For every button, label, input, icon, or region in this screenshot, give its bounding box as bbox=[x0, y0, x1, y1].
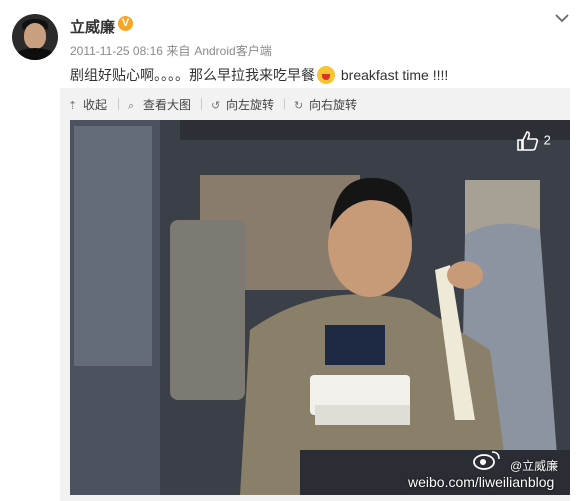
shirt bbox=[325, 325, 385, 365]
post-text-main: 剧组好贴心啊。。。。那么早拉我来吃早餐 bbox=[70, 67, 315, 83]
roof-trim bbox=[180, 120, 570, 140]
divider bbox=[284, 98, 285, 110]
watermark-url: weibo.com/liweilianblog bbox=[408, 474, 555, 490]
post-text: 剧组好贴心啊。。。。那么早拉我来吃早餐 breakfast time !!!! bbox=[70, 65, 448, 85]
watermark-handle: @立威廉 bbox=[510, 459, 559, 473]
arrow-up-icon: ⇡ bbox=[68, 100, 78, 112]
rotate-left-label: 向左旋转 bbox=[226, 98, 275, 112]
seat bbox=[170, 220, 245, 400]
source-prefix: 来自 bbox=[166, 44, 191, 58]
avatar-face bbox=[24, 23, 46, 49]
hand bbox=[447, 261, 483, 289]
verified-badge-icon: V bbox=[118, 16, 133, 31]
food-box-base bbox=[315, 405, 410, 425]
collapse-label: 收起 bbox=[83, 98, 108, 112]
rotate-right-icon: ↻ bbox=[294, 100, 304, 112]
divider bbox=[118, 98, 119, 110]
view-large-label: 查看大图 bbox=[143, 98, 192, 112]
chevron-down-icon[interactable] bbox=[552, 10, 572, 26]
post-timestamp[interactable]: 2011-11-25 08:16 bbox=[70, 44, 163, 58]
post-meta: 2011-11-25 08:16 来自 Android客户端 bbox=[70, 42, 272, 59]
divider bbox=[201, 98, 202, 110]
post-photo[interactable] bbox=[70, 120, 570, 495]
door-window bbox=[74, 126, 152, 366]
magnifier-icon: ⌕ bbox=[128, 100, 135, 112]
rotate-right-button[interactable]: ↻ 向右旋转 bbox=[294, 96, 357, 113]
like-button[interactable]: 2 bbox=[516, 130, 551, 152]
avatar-shoulders bbox=[14, 48, 56, 60]
user-avatar[interactable] bbox=[12, 14, 58, 60]
post-source[interactable]: Android客户端 bbox=[194, 44, 271, 58]
rotate-right-label: 向右旋转 bbox=[309, 98, 358, 112]
thumbs-up-icon bbox=[517, 131, 539, 151]
rotate-left-button[interactable]: ↺ 向左旋转 bbox=[211, 96, 274, 113]
post-text-tail: breakfast time !!!! bbox=[337, 67, 449, 83]
like-count: 2 bbox=[543, 132, 551, 148]
weibo-logo-icon bbox=[473, 451, 500, 470]
laughing-face-icon bbox=[317, 66, 335, 84]
user-name[interactable]: 立威廉 bbox=[70, 16, 115, 37]
collapse-button[interactable]: ⇡ 收起 bbox=[68, 96, 107, 113]
view-large-button[interactable]: ⌕ 查看大图 bbox=[128, 96, 191, 113]
rotate-left-icon: ↺ bbox=[211, 100, 221, 112]
